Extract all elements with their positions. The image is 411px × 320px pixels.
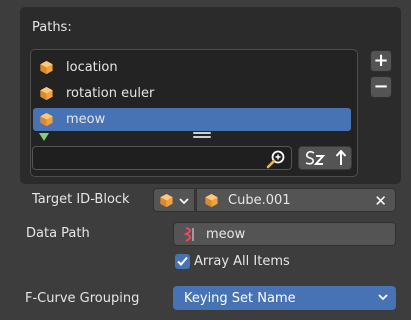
sort-az-icon (305, 150, 325, 165)
filter-options-triangle-icon[interactable] (38, 132, 50, 142)
id-type-dropdown[interactable] (153, 188, 195, 212)
data-path-label: Data Path (26, 226, 90, 241)
target-id-name: Cube.001 (228, 192, 291, 208)
object-cube-icon (160, 193, 173, 208)
fcurve-grouping-label: F-Curve Grouping (25, 291, 140, 306)
list-item-label: rotation euler (66, 86, 155, 101)
object-cube-icon (40, 60, 53, 75)
filter-name-input[interactable] (32, 146, 292, 170)
paths-label: Paths: (32, 20, 72, 35)
checkmark-icon (177, 256, 188, 266)
rna-data-path-icon (183, 227, 194, 242)
data-path-value: meow (206, 226, 246, 242)
clear-x-icon[interactable]: ✕ (374, 192, 387, 210)
chevron-down-icon (378, 294, 388, 301)
search-zoom-icon[interactable] (265, 149, 287, 169)
list-item-rotation-euler[interactable]: rotation euler (33, 82, 351, 105)
array-all-items-checkbox[interactable] (175, 254, 190, 269)
sort-direction-up-arrow-icon (335, 150, 346, 165)
list-item-location[interactable]: location (33, 56, 351, 79)
list-item-label: location (66, 60, 118, 75)
list-item-meow[interactable]: meow (33, 108, 351, 131)
list-item-label: meow (66, 112, 106, 127)
fcurve-grouping-value: Keying Set Name (184, 290, 296, 306)
remove-path-button[interactable]: − (370, 76, 392, 98)
fcurve-grouping-dropdown[interactable]: Keying Set Name (173, 286, 396, 310)
array-all-items-label[interactable]: Array All Items (194, 254, 290, 269)
object-cube-icon (40, 112, 53, 127)
object-cube-icon (40, 86, 53, 101)
sort-alphabetical-button[interactable] (298, 146, 352, 170)
list-resize-handle[interactable] (193, 132, 211, 140)
target-id-field[interactable]: Cube.001 ✕ (196, 188, 396, 212)
chevron-down-icon (179, 198, 189, 205)
target-id-block-label: Target ID-Block (32, 192, 130, 207)
add-path-button[interactable]: + (370, 50, 392, 72)
data-path-field[interactable]: meow (173, 222, 396, 246)
object-cube-icon (205, 193, 218, 208)
